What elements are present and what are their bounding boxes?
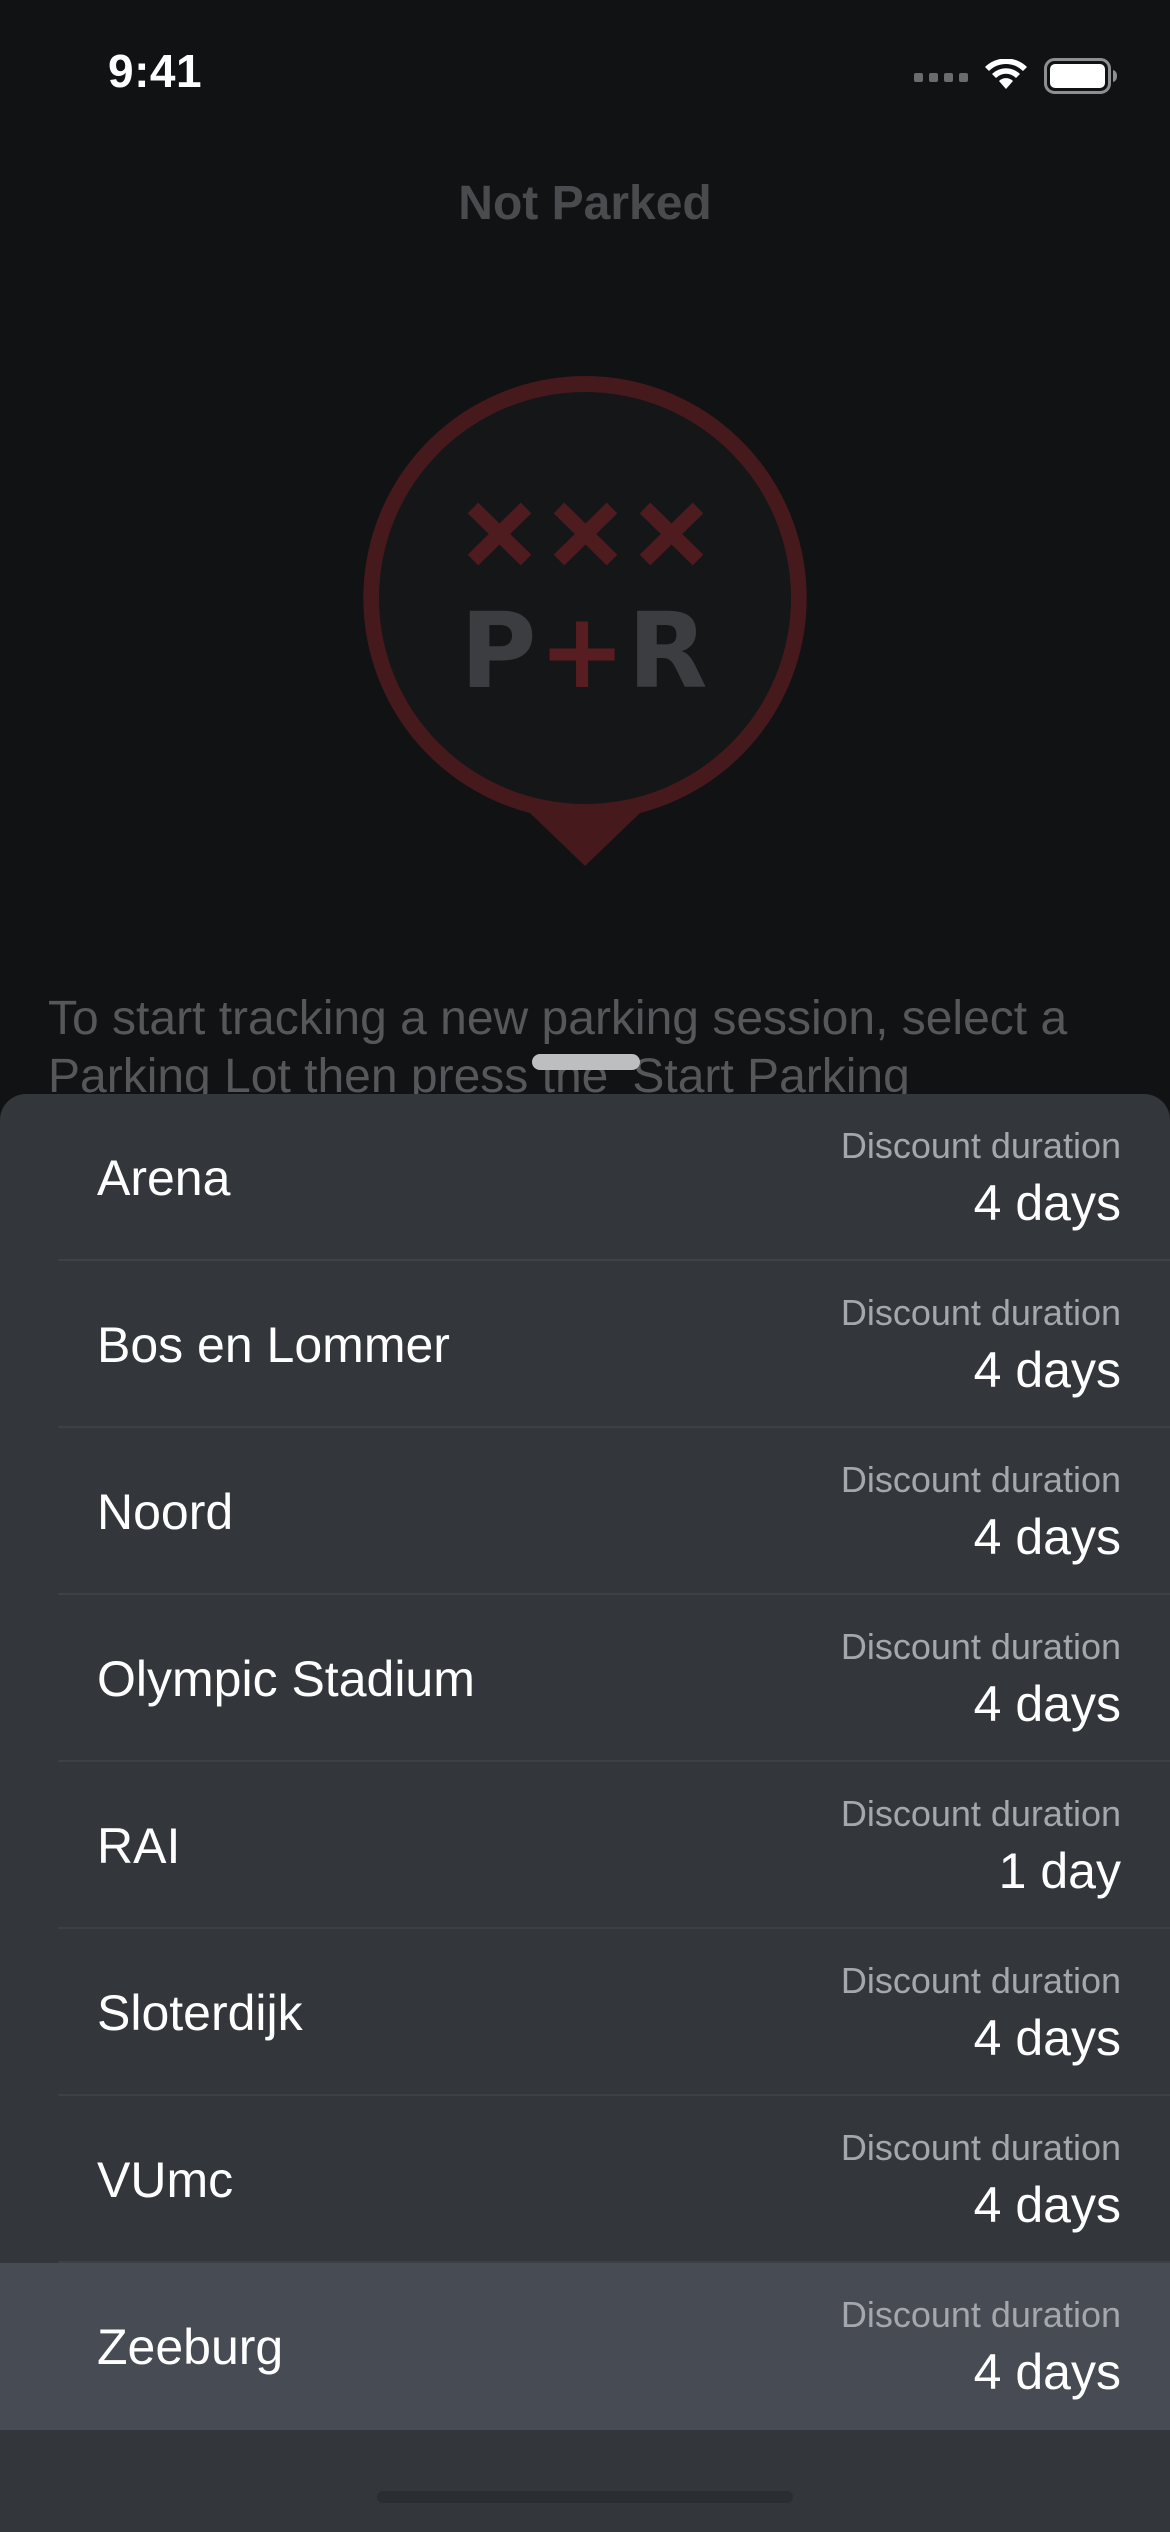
lot-discount: Discount duration 4 days (841, 1293, 1121, 1401)
lot-discount: Discount duration 1 day (841, 1794, 1121, 1902)
lot-name: Zeeburg (97, 2318, 284, 2375)
discount-value: 4 days (973, 1175, 1121, 1231)
lot-name: Noord (97, 1483, 234, 1540)
status-time: 9:41 (108, 45, 203, 97)
logo-letter-r: R (627, 590, 710, 712)
lot-discount: Discount duration 4 days (841, 2295, 1121, 2403)
lot-name: VUmc (97, 2151, 234, 2208)
discount-label: Discount duration (840, 2127, 1121, 2168)
battery-icon (1044, 58, 1117, 94)
lot-discount: Discount duration 4 days (841, 1126, 1121, 1234)
lot-row-zeeburg[interactable]: Zeeburg Discount duration 4 days (0, 2263, 1170, 2430)
discount-value: 4 days (973, 1342, 1121, 1398)
lot-name: Sloterdijk (97, 1984, 303, 2041)
lot-name: Bos en Lommer (97, 1316, 450, 1373)
status-icons (914, 56, 1118, 96)
discount-label: Discount duration (840, 1125, 1121, 1166)
lot-name: RAI (97, 1817, 181, 1874)
lot-row-arena[interactable]: Arena Discount duration 4 days (0, 1094, 1170, 1261)
lot-row-bos-en-lommer[interactable]: Bos en Lommer Discount duration 4 days (0, 1261, 1170, 1428)
logo-plus: + (538, 590, 628, 712)
discount-label: Discount duration (840, 1626, 1121, 1667)
lot-discount: Discount duration 4 days (841, 1627, 1121, 1735)
sheet-grabber[interactable] (532, 1054, 640, 1070)
home-indicator[interactable] (377, 2491, 793, 2503)
status-bar: 9:41 (0, 0, 1170, 140)
page-title: Not Parked (458, 177, 712, 230)
app-screen: 9:41 Not Parked P+R To start tracking a … (0, 0, 1170, 2532)
discount-value: 4 days (973, 2010, 1121, 2066)
lot-discount: Discount duration 4 days (841, 2128, 1121, 2236)
lot-name: Olympic Stadium (97, 1650, 475, 1707)
parking-lot-sheet: Arena Discount duration 4 days Bos en Lo… (0, 1094, 1170, 2532)
discount-value: 4 days (973, 1509, 1121, 1565)
lot-row-noord[interactable]: Noord Discount duration 4 days (0, 1428, 1170, 1595)
lot-discount: Discount duration 4 days (841, 1460, 1121, 1568)
discount-value: 1 day (998, 1843, 1121, 1899)
lot-row-rai[interactable]: RAI Discount duration 1 day (0, 1762, 1170, 1929)
lot-row-sloterdijk[interactable]: Sloterdijk Discount duration 4 days (0, 1929, 1170, 2096)
lot-row-olympic-stadium[interactable]: Olympic Stadium Discount duration 4 days (0, 1595, 1170, 1762)
discount-label: Discount duration (840, 1793, 1121, 1834)
park-and-ride-logo: P+R (363, 376, 807, 866)
lot-discount: Discount duration 4 days (841, 1961, 1121, 2069)
discount-value: 4 days (973, 2177, 1121, 2233)
discount-value: 4 days (973, 2344, 1121, 2400)
discount-value: 4 days (973, 1676, 1121, 1732)
discount-label: Discount duration (840, 1459, 1121, 1500)
cellular-signal-icon (914, 70, 968, 82)
logo-letter-p: P (460, 590, 539, 712)
discount-label: Discount duration (840, 2294, 1121, 2335)
discount-label: Discount duration (840, 1960, 1121, 2001)
intro-text: To start tracking a new parking session,… (48, 992, 1068, 1103)
wifi-icon (985, 59, 1027, 89)
lot-name: Arena (97, 1149, 231, 1206)
discount-label: Discount duration (840, 1292, 1121, 1333)
logo-text: P+R (363, 596, 807, 706)
lot-row-vumc[interactable]: VUmc Discount duration 4 days (0, 2096, 1170, 2263)
